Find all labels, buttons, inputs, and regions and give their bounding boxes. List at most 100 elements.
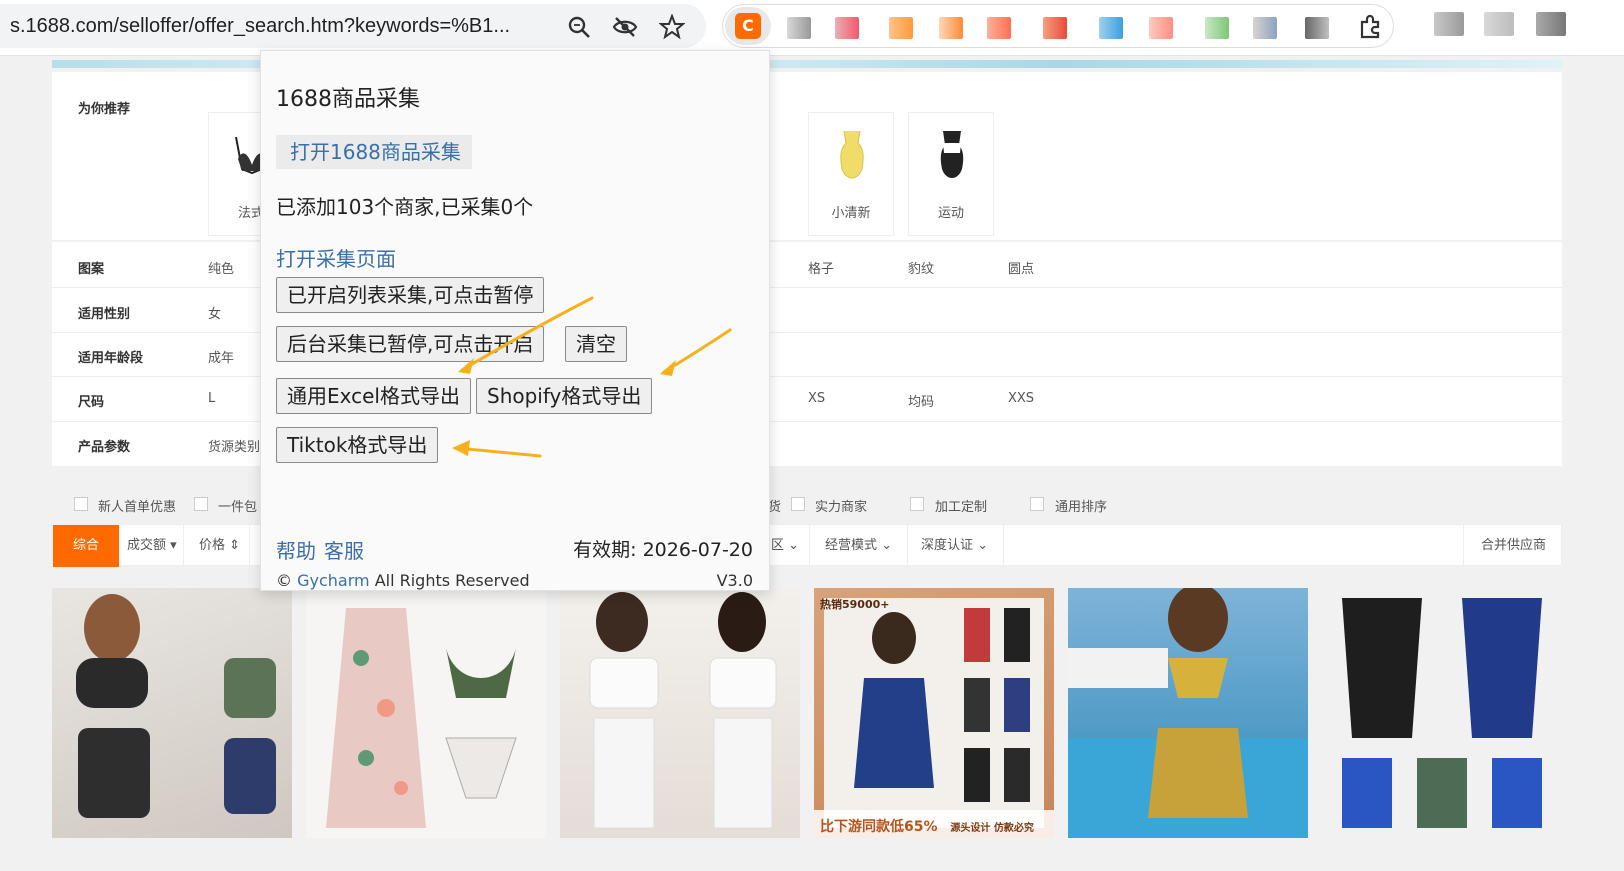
list-collect-toggle-button[interactable]: 已开启列表采集,可点击暂停 [276, 277, 545, 313]
filter-value[interactable]: 豹纹 [908, 258, 934, 277]
extension-icon[interactable] [787, 17, 811, 39]
filter-label-age: 适用年龄段 [78, 351, 144, 366]
checkbox-label: 加工定制 [935, 500, 988, 515]
zoom-icon[interactable] [566, 14, 592, 40]
recommend-label: 为你推荐 [78, 102, 131, 117]
recommend-tile[interactable]: 运动 [908, 112, 994, 236]
popup-title: 1688商品采集 [276, 87, 420, 112]
collector-extension-button[interactable]: C [725, 7, 771, 45]
hot-sale-tag: 热销59000+ [820, 598, 890, 611]
tiktok-export-button[interactable]: Tiktok格式导出 [276, 427, 439, 463]
divider [249, 525, 250, 567]
recommend-tile-caption: 运动 [937, 206, 964, 221]
eye-off-icon[interactable] [612, 14, 638, 40]
collection-status: 已添加103个商家,已采集0个 [276, 195, 534, 219]
toolbar-icon[interactable] [1434, 12, 1464, 36]
product-image [326, 608, 517, 828]
extension-icon[interactable] [1253, 17, 1277, 39]
extension-icon[interactable] [1149, 17, 1173, 39]
checkbox-label: 一件包 [218, 500, 258, 515]
browser-toolbar: s.1688.com/selloffer/offer_search.htm?ke… [0, 0, 1624, 56]
recommend-tile[interactable]: 小清新 [808, 112, 894, 236]
version-label: V3.0 [716, 571, 753, 590]
collector-logo-icon: C [735, 13, 761, 39]
filter-value[interactable]: 货源类别 [208, 436, 260, 455]
background-collect-toggle-button[interactable]: 后台采集已暂停,可点击开启 [276, 326, 545, 362]
extension-icon[interactable] [1305, 17, 1329, 39]
merge-suppliers-toggle[interactable]: 合并供应商 [1481, 525, 1546, 567]
sort-tab-comprehensive[interactable]: 综合 [53, 525, 119, 567]
page-content: 为你推荐 法式 小清新 运动 图案 纯色 格子 豹纹 圆点 适用性别 女 适用年… [0, 56, 1624, 871]
extensions-bar: C [722, 4, 1394, 48]
url-text[interactable]: s.1688.com/selloffer/offer_search.htm?ke… [10, 15, 510, 38]
product-image [824, 598, 1044, 828]
puzzle-icon[interactable] [1357, 14, 1383, 40]
open-collector-button[interactable]: 打开1688商品采集 [276, 135, 472, 169]
sort-dropdown-business-mode[interactable]: 经营模式 ⌄ [825, 525, 892, 567]
filter-value[interactable]: XXS [1008, 391, 1034, 406]
brand-link[interactable]: Gycharm [297, 571, 370, 590]
expiry-date: 有效期: 2026-07-20 [573, 539, 753, 561]
shopify-export-button[interactable]: Shopify格式导出 [476, 378, 653, 414]
sort-tab-sales[interactable]: 成交额 ▾ [127, 525, 177, 567]
filter-value[interactable]: 圆点 [1008, 258, 1034, 277]
filter-label-gender: 适用性别 [78, 307, 131, 322]
copyright-symbol: © [276, 571, 292, 590]
extension-icon[interactable] [889, 17, 913, 39]
product-card[interactable] [560, 588, 800, 838]
product-image [589, 592, 777, 829]
swimsuit-yellow-thumb [840, 130, 864, 179]
filter-label-params: 产品参数 [78, 440, 131, 455]
product-card[interactable] [1068, 588, 1308, 838]
excel-export-button[interactable]: 通用Excel格式导出 [276, 378, 471, 414]
filter-value[interactable]: 女 [208, 303, 221, 322]
filter-value[interactable]: XS [808, 391, 825, 406]
filter-value[interactable]: 均码 [908, 391, 934, 410]
checkbox[interactable] [910, 497, 924, 511]
product-card[interactable] [52, 588, 292, 838]
extension-icon[interactable] [987, 17, 1011, 39]
checkbox[interactable] [1030, 497, 1044, 511]
copyright-text: All Rights Reserved [374, 571, 530, 590]
product-image [1342, 598, 1542, 828]
sort-tab-price[interactable]: 价格 ⇕ [199, 525, 240, 567]
sort-dropdown-certification-label: 深度认证 [921, 538, 974, 553]
toolbar-icon[interactable] [1484, 12, 1514, 36]
star-icon[interactable] [659, 14, 685, 40]
product-card[interactable] [306, 588, 546, 838]
checkbox[interactable] [74, 497, 88, 511]
extension-icon[interactable] [1099, 17, 1123, 39]
filter-value[interactable]: 成年 [208, 347, 234, 366]
checkbox[interactable] [194, 497, 208, 511]
sort-dropdown-certification[interactable]: 深度认证 ⌄ [921, 525, 988, 567]
extension-icon[interactable] [835, 17, 859, 39]
filter-value[interactable]: 格子 [808, 258, 834, 277]
customer-service-link[interactable]: 客服 [324, 535, 364, 564]
checkbox[interactable] [791, 497, 805, 511]
copyright: © Gycharm All Rights Reserved [276, 571, 530, 590]
help-link[interactable]: 帮助 [276, 535, 316, 564]
checkbox-label: 通用排序 [1055, 500, 1108, 515]
address-bar[interactable]: s.1688.com/selloffer/offer_search.htm?ke… [0, 4, 706, 48]
product-card[interactable]: 热销59000+ 比下游同款低65% 源头设计 仿款必究 [814, 588, 1054, 838]
extension-icon[interactable] [1205, 17, 1229, 39]
product-card[interactable] [1322, 588, 1562, 838]
filter-label-pattern: 图案 [78, 262, 105, 277]
filter-label-size: 尺码 [78, 395, 105, 410]
sort-dropdown-business-mode-label: 经营模式 [825, 538, 878, 553]
sort-tab-price-label: 价格 [199, 538, 226, 553]
product-promo-banner: 比下游同款低65% 源头设计 仿款必究 [814, 810, 1054, 838]
open-collect-page-link[interactable]: 打开采集页面 [276, 243, 396, 272]
sort-dropdown-region[interactable]: 区 ⌄ [771, 525, 799, 567]
filter-value[interactable]: 纯色 [208, 258, 234, 277]
clear-button[interactable]: 清空 [565, 326, 627, 362]
extension-icon[interactable] [1043, 17, 1067, 39]
sort-tab-sales-label: 成交额 [127, 538, 167, 553]
filter-value[interactable]: L [208, 391, 215, 406]
toolbar-icon[interactable] [1536, 12, 1566, 36]
collector-popup: 1688商品采集 打开1688商品采集 已添加103个商家,已采集0个 打开采集… [260, 50, 770, 591]
extension-icon[interactable] [939, 17, 963, 39]
recommend-tile-caption: 小清新 [831, 206, 871, 221]
product-image [76, 594, 276, 818]
divider [1003, 525, 1004, 567]
